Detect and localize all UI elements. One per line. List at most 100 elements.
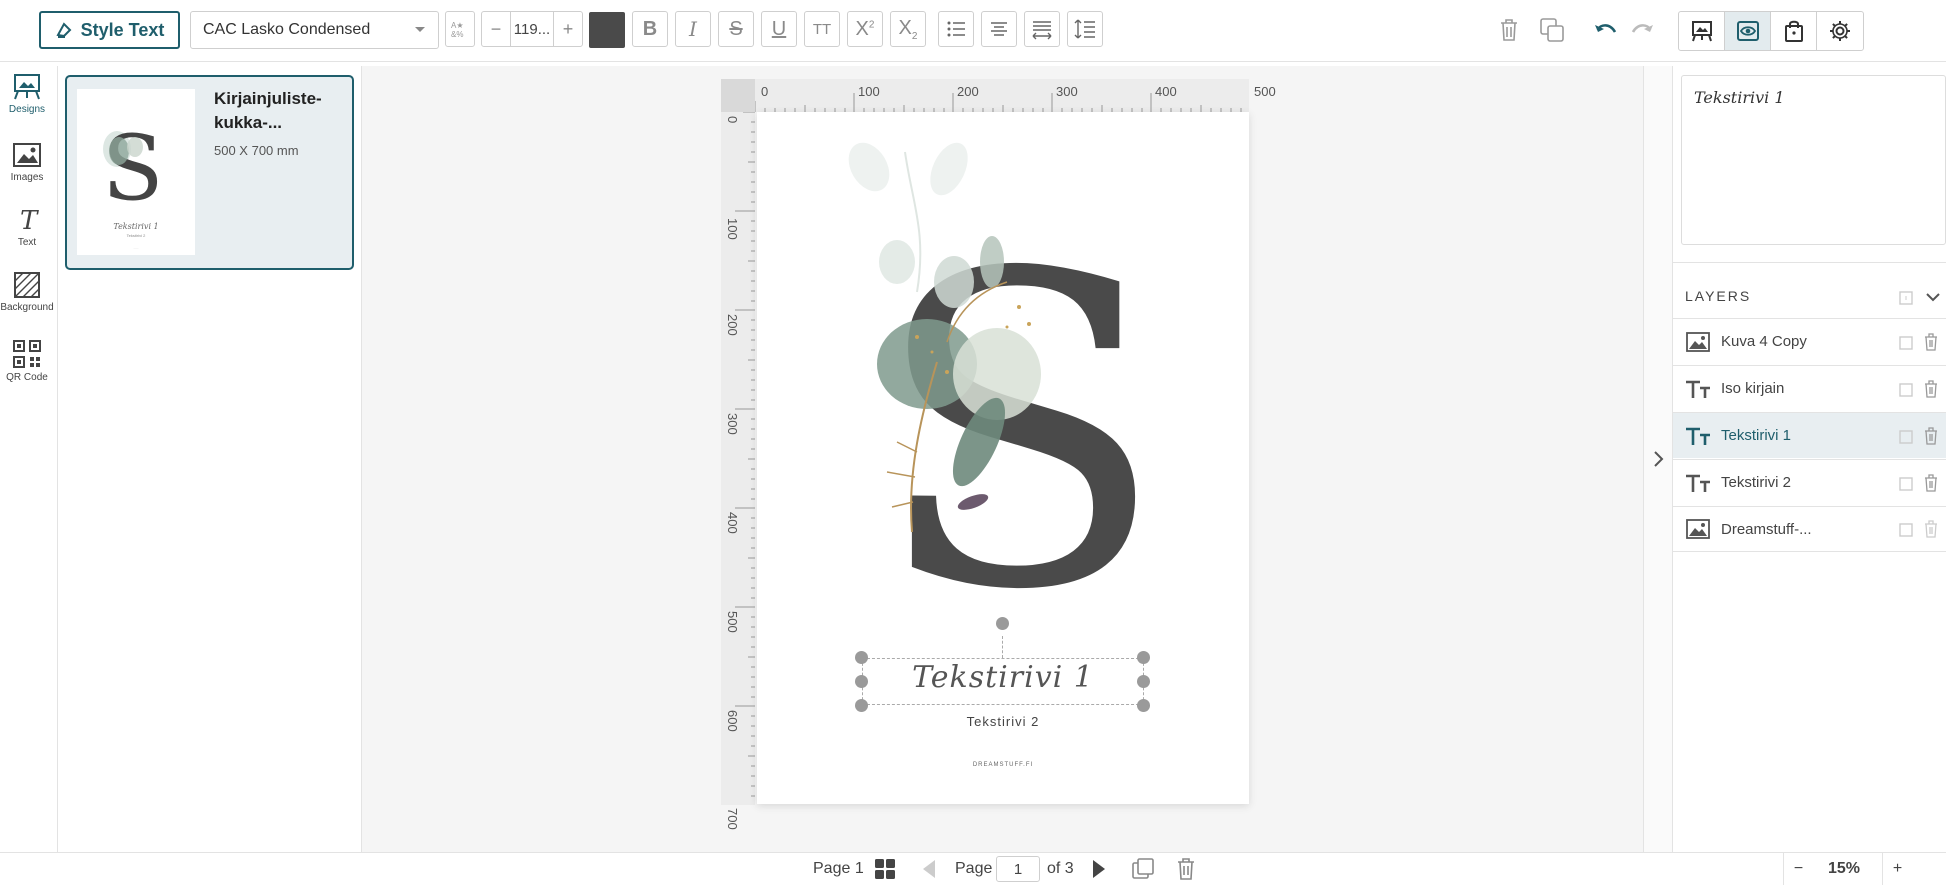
underline-button[interactable]: U bbox=[761, 11, 797, 47]
lock-icon[interactable] bbox=[1898, 474, 1914, 492]
ruler-label: 100 bbox=[858, 84, 880, 99]
undo-button[interactable] bbox=[1592, 11, 1620, 49]
layer-row[interactable]: Dreamstuff-... bbox=[1673, 506, 1946, 552]
align-center-button[interactable] bbox=[981, 11, 1017, 47]
bold-icon: B bbox=[642, 17, 658, 40]
chevron-down-icon[interactable] bbox=[1926, 293, 1940, 303]
zoom-in-button[interactable]: + bbox=[1882, 853, 1912, 885]
trash-icon[interactable] bbox=[1924, 332, 1938, 351]
settings-button[interactable] bbox=[1817, 12, 1863, 50]
nav-background[interactable]: Background bbox=[0, 271, 54, 313]
font-size-decrease-button[interactable]: − bbox=[481, 11, 511, 47]
lock-icon[interactable] bbox=[1898, 427, 1914, 445]
design-thumbnail: S Tekstirivi 1 Tekstirivi 2 ····· bbox=[77, 89, 195, 255]
page-word: Page bbox=[955, 860, 993, 877]
prev-page-button[interactable] bbox=[922, 853, 936, 885]
view-button[interactable] bbox=[1725, 12, 1771, 50]
canvas-text-1[interactable]: Tekstirivi 1 bbox=[862, 660, 1144, 695]
text-color-swatch[interactable] bbox=[589, 12, 625, 48]
redo-button[interactable] bbox=[1628, 11, 1656, 49]
bullet-list-button[interactable] bbox=[938, 11, 974, 47]
font-size-input[interactable]: 119... bbox=[509, 11, 555, 47]
trash-icon[interactable] bbox=[1924, 520, 1938, 538]
ruler-label: 0 bbox=[761, 84, 769, 99]
panel-collapse-strip[interactable] bbox=[1643, 66, 1673, 852]
letter-spacing-icon bbox=[1032, 21, 1052, 40]
left-navigation: Designs Images T Text Background QR Code bbox=[0, 66, 58, 852]
designs-icon bbox=[14, 74, 40, 100]
ruler-label: 200 bbox=[725, 314, 740, 336]
bold-button[interactable]: B bbox=[632, 11, 668, 47]
zoom-out-button[interactable]: − bbox=[1783, 853, 1813, 885]
svg-text:Tekstirivi 1: Tekstirivi 1 bbox=[113, 222, 158, 231]
ruler-label: 600 bbox=[725, 710, 740, 732]
triangle-left-icon bbox=[923, 860, 935, 878]
style-text-button[interactable]: Style Text bbox=[39, 11, 180, 49]
svg-text:S: S bbox=[102, 116, 164, 221]
resize-handle-sw[interactable] bbox=[855, 699, 868, 712]
trash-icon[interactable] bbox=[1924, 426, 1938, 445]
svg-text:S: S bbox=[872, 184, 1167, 684]
font-family-select[interactable]: CAC Lasko Condensed bbox=[190, 11, 439, 49]
eye-icon bbox=[1736, 21, 1759, 41]
next-page-button[interactable] bbox=[1092, 853, 1106, 885]
layer-row[interactable]: Kuva 4 Copy bbox=[1673, 318, 1946, 364]
page-number-input[interactable]: 1 bbox=[996, 856, 1040, 882]
rotate-connector bbox=[1002, 636, 1003, 658]
canvas-text-2[interactable]: Tekstirivi 2 bbox=[862, 714, 1144, 729]
design-title: Kirjainjuliste-kukka-... bbox=[214, 89, 322, 132]
duplicate-page-icon bbox=[1132, 858, 1154, 879]
lock-icon[interactable] bbox=[1898, 520, 1914, 538]
layer-type-image-icon bbox=[1683, 519, 1713, 539]
italic-button[interactable]: I bbox=[675, 11, 711, 47]
nav-label: QR Code bbox=[6, 372, 48, 383]
duplicate-button[interactable] bbox=[1537, 11, 1567, 49]
layer-row[interactable]: Tekstirivi 2 bbox=[1673, 459, 1946, 505]
ruler-label: 400 bbox=[725, 512, 740, 534]
trash-icon[interactable] bbox=[1924, 473, 1938, 492]
layer-row[interactable]: Iso kirjain bbox=[1673, 365, 1946, 411]
delete-page-button[interactable] bbox=[1177, 853, 1195, 885]
layer-type-image-icon bbox=[1683, 331, 1713, 352]
nav-designs[interactable]: Designs bbox=[0, 73, 54, 115]
zoom-level: 15% bbox=[1828, 860, 1861, 877]
rotate-handle[interactable] bbox=[996, 617, 1009, 630]
delete-button[interactable] bbox=[1496, 11, 1522, 49]
ruler-label: 300 bbox=[1056, 84, 1078, 99]
text-preview-box[interactable]: Tekstirivi 1 bbox=[1681, 75, 1946, 245]
cart-button[interactable] bbox=[1771, 12, 1817, 50]
superscript-button[interactable]: X2 bbox=[847, 11, 883, 47]
uppercase-button[interactable]: TT bbox=[804, 11, 840, 47]
layer-row[interactable]: Tekstirivi 1 bbox=[1673, 412, 1946, 458]
lock-icon[interactable] bbox=[1898, 380, 1914, 398]
grid-view-button[interactable] bbox=[874, 853, 896, 885]
text-case-button[interactable]: A★ &% bbox=[445, 11, 475, 47]
lock-icon[interactable] bbox=[1898, 333, 1914, 351]
strikethrough-button[interactable]: S bbox=[718, 11, 754, 47]
trash-icon[interactable] bbox=[1924, 379, 1938, 398]
letter-spacing-button[interactable] bbox=[1024, 11, 1060, 47]
easel-icon bbox=[1691, 21, 1712, 42]
preview-mode-button[interactable] bbox=[1679, 12, 1725, 50]
subscript-button[interactable]: X2 bbox=[890, 11, 926, 47]
design-card[interactable]: S Tekstirivi 1 Tekstirivi 2 ····· Kirjai… bbox=[65, 75, 354, 270]
chevron-down-icon bbox=[415, 27, 425, 32]
subscript-icon: X2 bbox=[898, 16, 918, 42]
canvas-footer-text[interactable]: DREAMSTUFF.FI bbox=[862, 762, 1144, 768]
undo-icon bbox=[1595, 24, 1617, 33]
resize-handle-se[interactable] bbox=[1137, 699, 1150, 712]
trash-icon bbox=[1178, 858, 1194, 880]
line-height-button[interactable] bbox=[1067, 11, 1103, 47]
nav-label: Designs bbox=[8, 104, 46, 115]
nav-text[interactable]: T Text bbox=[0, 206, 54, 248]
layer-label: Kuva 4 Copy bbox=[1721, 333, 1807, 350]
nav-images[interactable]: Images bbox=[0, 141, 54, 183]
page-label: Page 1 bbox=[813, 860, 864, 877]
duplicate-page-button[interactable] bbox=[1132, 853, 1154, 885]
strikethrough-icon: S bbox=[729, 17, 743, 40]
font-size-increase-button[interactable]: + bbox=[553, 11, 583, 47]
page-count: of 3 bbox=[1047, 860, 1074, 877]
nav-qr-code[interactable]: QR Code bbox=[0, 339, 54, 383]
design-size: 500 X 700 mm bbox=[214, 143, 299, 158]
bottom-bar: Page 1 Page 1 of 3 − 15% + bbox=[0, 852, 1946, 885]
